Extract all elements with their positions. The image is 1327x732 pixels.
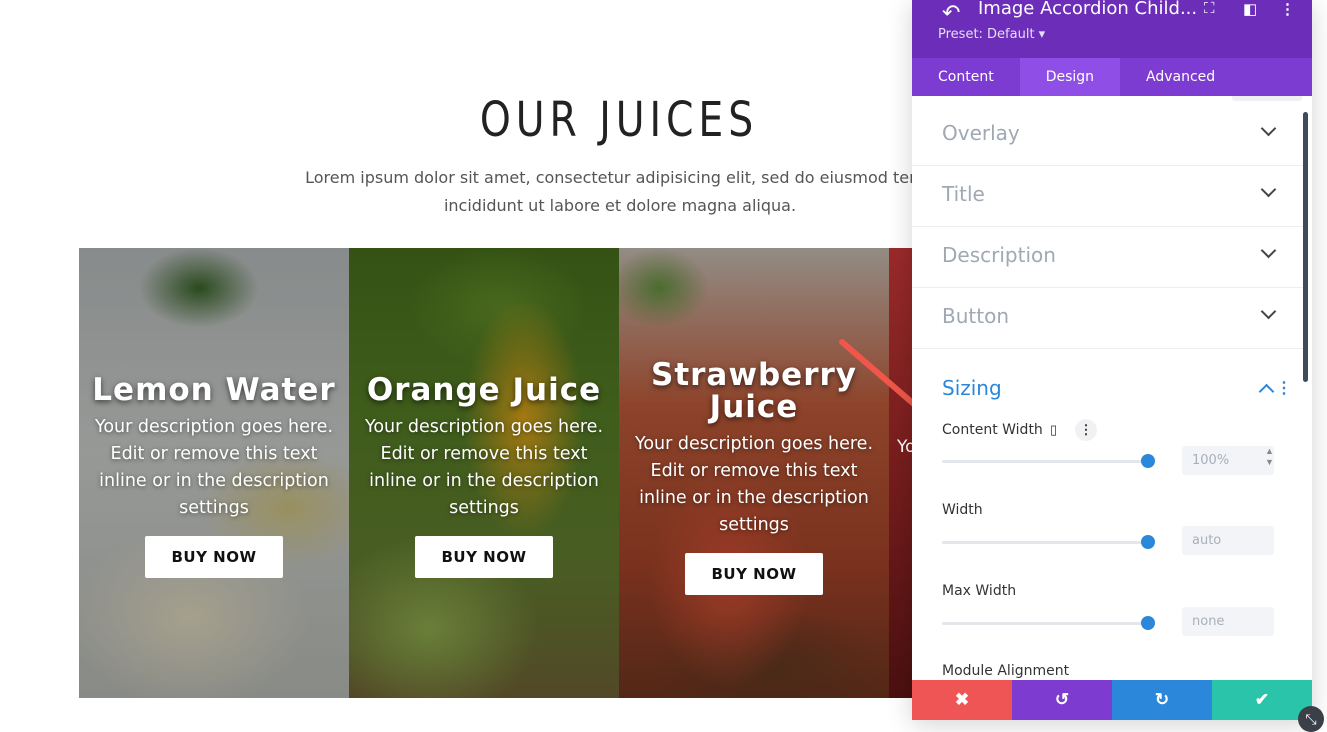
stepper-icon[interactable]: ▲ ▼	[1265, 446, 1274, 468]
settings-title: Image Accordion Child...	[978, 0, 1198, 19]
redo-icon[interactable]: ↻	[1112, 680, 1212, 720]
back-arrow-icon[interactable]: ↶	[942, 0, 960, 26]
width-input[interactable]: auto	[1182, 526, 1274, 555]
chevron-up-icon[interactable]	[1258, 383, 1275, 400]
section-button[interactable]: Button	[912, 288, 1304, 349]
more-options-icon[interactable]: ⋮	[1276, 378, 1292, 398]
intro-line-1: Lorem ipsum dolor sit amet, consectetur …	[305, 168, 935, 187]
buy-now-button[interactable]: BUY NOW	[685, 553, 823, 595]
section-overlay[interactable]: Overlay	[912, 105, 1304, 166]
panel-description[interactable]: Your description goes here. Edit or remo…	[349, 414, 619, 522]
settings-scrollbar[interactable]	[1303, 112, 1308, 382]
settings-body: Overlay Title Description Button Sizing …	[912, 96, 1312, 680]
field-label-module-alignment: Module Alignment	[942, 663, 1070, 679]
field-more-icon[interactable]: ⋮	[1075, 419, 1097, 441]
image-accordion: Lemon Water Your description goes here. …	[79, 248, 924, 698]
section-title: Button	[942, 304, 1009, 328]
more-options-icon[interactable]: ⋮	[1280, 0, 1295, 18]
panel-content: Orange Juice Your description goes here.…	[349, 374, 619, 578]
slider-thumb[interactable]	[1141, 535, 1155, 549]
intro-line-2: incididunt ut labore et dolore magna ali…	[443, 196, 797, 215]
accordion-panel-lemon[interactable]: Lemon Water Your description goes here. …	[79, 248, 349, 698]
expand-icon[interactable]: ⛶	[1204, 0, 1215, 17]
tab-advanced[interactable]: Advanced	[1120, 58, 1241, 96]
chevron-down-icon	[1260, 181, 1277, 198]
panel-content: Lemon Water Your description goes here. …	[79, 374, 349, 578]
buy-now-button[interactable]: BUY NOW	[145, 536, 283, 578]
tab-design[interactable]: Design	[1019, 58, 1121, 96]
panel-description[interactable]: Your description goes here. Edit or remo…	[619, 431, 889, 539]
section-title: Description	[942, 243, 1056, 267]
section-sizing[interactable]: Sizing	[942, 376, 1002, 400]
field-label-max-width: Max Width	[942, 583, 1017, 599]
undo-icon[interactable]: ↺	[1012, 680, 1112, 720]
chevron-down-icon	[1260, 303, 1277, 320]
responsive-phone-icon[interactable]: ▯	[1050, 422, 1057, 438]
content-width-input[interactable]: 100%	[1182, 446, 1274, 475]
accordion-panel-orange[interactable]: Orange Juice Your description goes here.…	[349, 248, 619, 698]
section-description[interactable]: Description	[912, 227, 1304, 288]
width-slider[interactable]	[942, 535, 1155, 549]
tab-content[interactable]: Content	[912, 58, 1020, 96]
buy-now-button[interactable]: BUY NOW	[415, 536, 553, 578]
section-title-group[interactable]: Title	[912, 166, 1304, 227]
settings-header: ↶ Image Accordion Child... Preset: Defau…	[912, 0, 1312, 58]
panel-title[interactable]: Lemon Water	[79, 374, 349, 406]
content-width-slider[interactable]	[942, 454, 1155, 468]
module-settings-panel: ↶ Image Accordion Child... Preset: Defau…	[912, 0, 1312, 720]
page-intro: Lorem ipsum dolor sit amet, consectetur …	[300, 164, 940, 220]
split-view-icon[interactable]: ◧	[1243, 0, 1257, 18]
max-width-slider[interactable]	[942, 616, 1155, 630]
resize-corner-icon[interactable]: ⤡	[1298, 706, 1324, 732]
chevron-down-icon	[1260, 242, 1277, 259]
close-icon[interactable]: ✖	[912, 680, 1012, 720]
panel-title[interactable]: Orange Juice	[349, 374, 619, 406]
max-width-input[interactable]: none	[1182, 607, 1274, 636]
accordion-panel-strawberry[interactable]: Strawberry Juice Your description goes h…	[619, 248, 889, 698]
preset-dropdown[interactable]: Preset: Default ▾	[938, 27, 1045, 42]
panel-description[interactable]: Your description goes here. Edit or remo…	[79, 414, 349, 522]
check-icon[interactable]: ✔	[1212, 680, 1312, 720]
section-title: Overlay	[942, 121, 1020, 145]
field-label-content-width: Content Width	[942, 422, 1043, 438]
slider-thumb[interactable]	[1141, 454, 1155, 468]
settings-footer: ✖ ↺ ↻ ✔	[912, 680, 1312, 720]
slider-thumb[interactable]	[1141, 616, 1155, 630]
field-label-width: Width	[942, 502, 983, 518]
settings-tabs: Content Design Advanced	[912, 58, 1312, 96]
chevron-down-icon	[1260, 120, 1277, 137]
section-title: Title	[942, 182, 985, 206]
